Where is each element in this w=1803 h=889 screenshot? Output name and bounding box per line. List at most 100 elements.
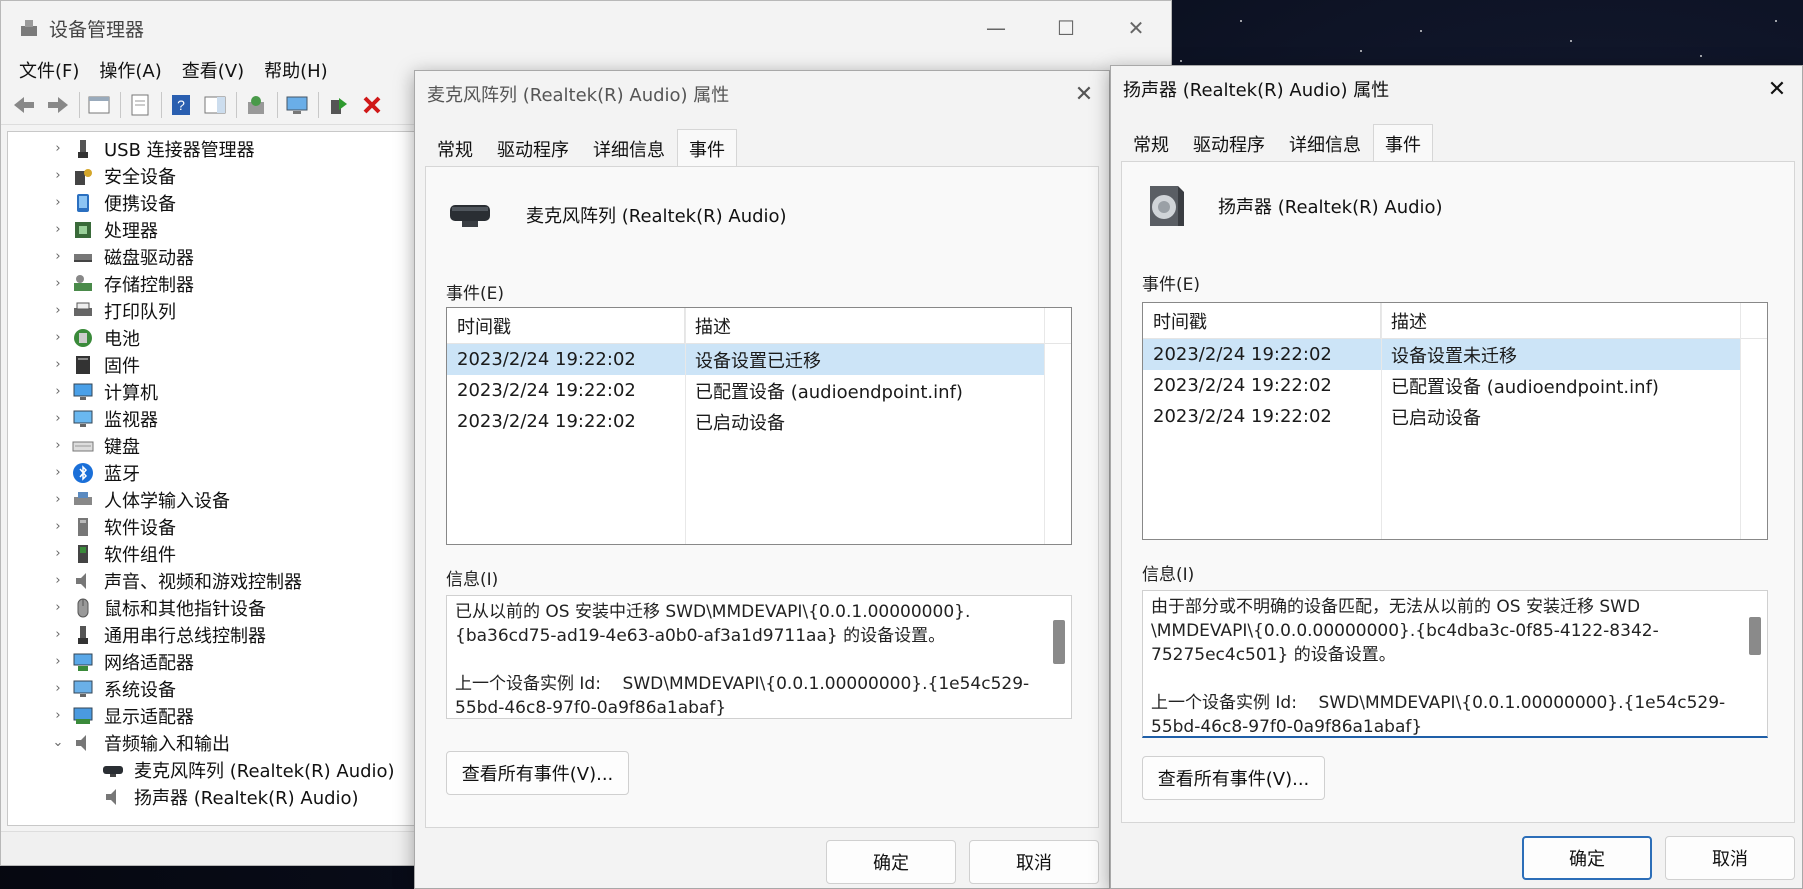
dialog-close-button[interactable]: ✕ xyxy=(1059,71,1109,117)
menu-view[interactable]: 查看(V) xyxy=(172,57,254,83)
tree-item[interactable]: › 打印队列 xyxy=(8,297,426,324)
tree-item[interactable]: › 软件组件 xyxy=(8,540,426,567)
chevron-right-icon[interactable]: › xyxy=(44,492,72,507)
dialog-title[interactable]: 麦克风阵列 (Realtek(R) Audio) 属性 xyxy=(415,71,1109,117)
cancel-button[interactable]: 取消 xyxy=(969,840,1099,884)
tab-events[interactable]: 事件 xyxy=(677,129,737,167)
tree-item[interactable]: › 固件 xyxy=(8,351,426,378)
action-pane-button[interactable] xyxy=(202,92,228,118)
cancel-button[interactable]: 取消 xyxy=(1665,836,1795,880)
tree-item[interactable]: ⌄ 音频输入和输出 xyxy=(8,729,426,756)
tree-item[interactable]: › 存储控制器 xyxy=(8,270,426,297)
forward-button[interactable] xyxy=(45,92,71,118)
chevron-right-icon[interactable]: › xyxy=(44,357,72,372)
tree-item[interactable]: › 磁盘驱动器 xyxy=(8,243,426,270)
tab-driver[interactable]: 驱动程序 xyxy=(485,129,581,167)
update-driver-button[interactable] xyxy=(243,92,269,118)
tree-child-item[interactable]: 麦克风阵列 (Realtek(R) Audio) xyxy=(8,756,426,783)
column-header-timestamp[interactable]: 时间戳 xyxy=(447,308,685,343)
tree-item[interactable]: › 显示适配器 xyxy=(8,702,426,729)
tree-item[interactable]: › 声音、视频和游戏控制器 xyxy=(8,567,426,594)
tab-general[interactable]: 常规 xyxy=(425,129,485,167)
tree-item[interactable]: › 键盘 xyxy=(8,432,426,459)
info-textbox[interactable]: 由于部分或不明确的设备匹配，无法从以前的 OS 安装迁移 SWD \MMDEVA… xyxy=(1142,590,1768,738)
help-button[interactable]: ? xyxy=(168,92,194,118)
chevron-right-icon[interactable]: › xyxy=(44,249,72,264)
chevron-right-icon[interactable]: › xyxy=(44,330,72,345)
menu-help[interactable]: 帮助(H) xyxy=(254,57,338,83)
scrollbar-thumb[interactable] xyxy=(1053,620,1065,664)
chevron-right-icon[interactable]: › xyxy=(44,438,72,453)
menu-file[interactable]: 文件(F) xyxy=(9,57,89,83)
chevron-right-icon[interactable]: › xyxy=(44,573,72,588)
tree-item[interactable]: › USB 连接器管理器 xyxy=(8,135,426,162)
chevron-down-icon[interactable]: ⌄ xyxy=(44,735,72,750)
tab-details[interactable]: 详细信息 xyxy=(1277,124,1373,162)
chevron-right-icon[interactable]: › xyxy=(44,681,72,696)
tree-item[interactable]: › 网络适配器 xyxy=(8,648,426,675)
tree-item[interactable]: › 鼠标和其他指针设备 xyxy=(8,594,426,621)
tree-item[interactable]: › 蓝牙 xyxy=(8,459,426,486)
tab-events[interactable]: 事件 xyxy=(1373,124,1433,162)
uninstall-device-button[interactable] xyxy=(359,92,385,118)
chevron-right-icon[interactable]: › xyxy=(44,384,72,399)
maximize-button[interactable]: ☐ xyxy=(1031,1,1101,55)
tree-child-item[interactable]: 扬声器 (Realtek(R) Audio) xyxy=(8,783,426,810)
chevron-right-icon[interactable]: › xyxy=(44,141,72,156)
back-button[interactable] xyxy=(11,92,37,118)
properties-button[interactable] xyxy=(127,92,153,118)
tree-item[interactable]: › 便携设备 xyxy=(8,189,426,216)
menu-action[interactable]: 操作(A) xyxy=(89,57,171,83)
tab-details[interactable]: 详细信息 xyxy=(581,129,677,167)
event-row[interactable]: 2023/2/24 19:22:02 已启动设备 xyxy=(1143,401,1741,432)
tree-item[interactable]: › 监视器 xyxy=(8,405,426,432)
tree-item[interactable]: › 软件设备 xyxy=(8,513,426,540)
chevron-right-icon[interactable]: › xyxy=(44,276,72,291)
column-header-timestamp[interactable]: 时间戳 xyxy=(1143,303,1381,338)
enable-device-button[interactable] xyxy=(325,92,351,118)
column-header-description[interactable]: 描述 xyxy=(1381,303,1767,338)
chevron-right-icon[interactable]: › xyxy=(44,465,72,480)
show-hide-console-tree-button[interactable] xyxy=(86,92,112,118)
event-row[interactable]: 2023/2/24 19:22:02 设备设置已迁移 xyxy=(447,344,1045,375)
tree-item[interactable]: › 安全设备 xyxy=(8,162,426,189)
event-row[interactable]: 2023/2/24 19:22:02 设备设置未迁移 xyxy=(1143,339,1741,370)
ok-button[interactable]: 确定 xyxy=(826,840,956,884)
tab-general[interactable]: 常规 xyxy=(1121,124,1181,162)
tree-item[interactable]: › 系统设备 xyxy=(8,675,426,702)
events-table[interactable]: 时间戳 描述 2023/2/24 19:22:02 设备设置已迁移 2023/2/2… xyxy=(446,307,1072,545)
tree-item[interactable]: › 通用串行总线控制器 xyxy=(8,621,426,648)
tab-driver[interactable]: 驱动程序 xyxy=(1181,124,1277,162)
events-table[interactable]: 时间戳 描述 2023/2/24 19:22:02 设备设置未迁移 2023/2/2… xyxy=(1142,302,1768,540)
column-header-description[interactable]: 描述 xyxy=(685,308,1071,343)
chevron-right-icon[interactable]: › xyxy=(44,411,72,426)
event-row[interactable]: 2023/2/24 19:22:02 已配置设备 (audioendpoint.i… xyxy=(1143,370,1741,401)
event-row[interactable]: 2023/2/24 19:22:02 已配置设备 (audioendpoint.i… xyxy=(447,375,1045,406)
device-tree[interactable]: › USB 连接器管理器 › 安全设备 › 便携设备 › 处理器 › 磁盘驱动器 › 存储控制器 › 打印… xyxy=(7,131,427,826)
tree-item[interactable]: › 处理器 xyxy=(8,216,426,243)
chevron-right-icon[interactable]: › xyxy=(44,708,72,723)
chevron-right-icon[interactable]: › xyxy=(44,627,72,642)
chevron-right-icon[interactable]: › xyxy=(44,546,72,561)
event-row[interactable]: 2023/2/24 19:22:02 已启动设备 xyxy=(447,406,1045,437)
chevron-right-icon[interactable]: › xyxy=(44,600,72,615)
dialog-close-button[interactable]: ✕ xyxy=(1752,66,1802,112)
tree-item[interactable]: › 计算机 xyxy=(8,378,426,405)
scrollbar-thumb[interactable] xyxy=(1749,617,1761,655)
info-textbox[interactable]: 已从以前的 OS 安装中迁移 SWD\MMDEVAPI\{0.0.1.00000… xyxy=(446,595,1072,719)
close-button[interactable]: ✕ xyxy=(1101,1,1171,55)
chevron-right-icon[interactable]: › xyxy=(44,195,72,210)
minimize-button[interactable]: — xyxy=(961,1,1031,55)
view-all-events-button[interactable]: 查看所有事件(V)... xyxy=(1142,756,1325,800)
view-all-events-button[interactable]: 查看所有事件(V)... xyxy=(446,751,629,795)
tree-item[interactable]: › 电池 xyxy=(8,324,426,351)
chevron-right-icon[interactable]: › xyxy=(44,222,72,237)
scan-hardware-button[interactable] xyxy=(284,92,310,118)
tree-item[interactable]: › 人体学输入设备 xyxy=(8,486,426,513)
dialog-title[interactable]: 扬声器 (Realtek(R) Audio) 属性 xyxy=(1111,66,1802,112)
ok-button[interactable]: 确定 xyxy=(1522,836,1652,880)
chevron-right-icon[interactable]: › xyxy=(44,303,72,318)
chevron-right-icon[interactable]: › xyxy=(44,168,72,183)
chevron-right-icon[interactable]: › xyxy=(44,654,72,669)
chevron-right-icon[interactable]: › xyxy=(44,519,72,534)
